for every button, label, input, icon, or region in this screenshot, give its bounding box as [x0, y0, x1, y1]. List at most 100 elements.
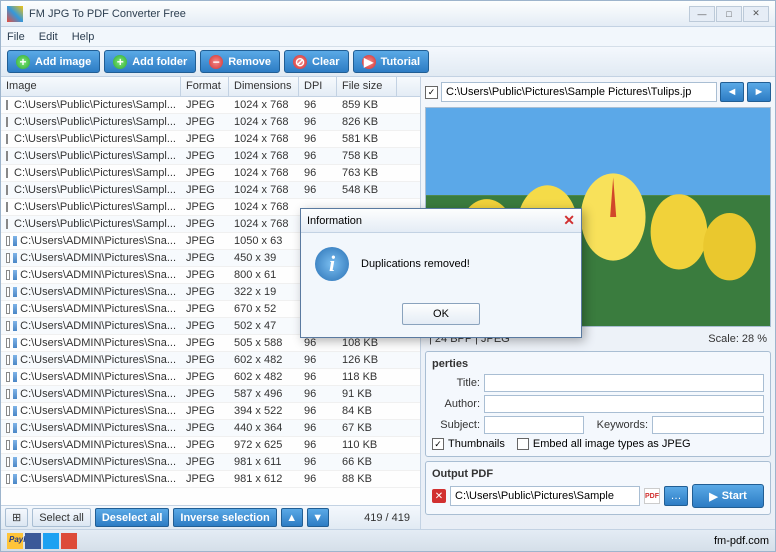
inverse-selection-button[interactable]: Inverse selection	[173, 508, 276, 527]
thumbnail-icon	[13, 253, 17, 263]
table-row[interactable]: C:\Users\ADMIN\Pictures\Sna...JPEG981 x …	[1, 471, 420, 488]
row-checkbox[interactable]	[6, 355, 10, 365]
table-row[interactable]: C:\Users\Public\Pictures\Sampl...JPEG102…	[1, 131, 420, 148]
row-checkbox[interactable]	[6, 287, 10, 297]
row-checkbox[interactable]	[6, 372, 10, 382]
start-button[interactable]: ▶Start	[692, 484, 764, 508]
dialog-message: Duplications removed!	[361, 258, 470, 270]
table-row[interactable]: C:\Users\Public\Pictures\Sampl...JPEG102…	[1, 148, 420, 165]
keywords-input[interactable]	[652, 416, 764, 434]
table-row[interactable]: C:\Users\Public\Pictures\Sampl...JPEG102…	[1, 114, 420, 131]
deselect-all-button[interactable]: Deselect all	[95, 508, 170, 527]
play-icon: ▶	[709, 490, 717, 503]
row-checkbox[interactable]	[6, 389, 10, 399]
author-input[interactable]	[484, 395, 764, 413]
tutorial-button[interactable]: ▶Tutorial	[353, 50, 430, 73]
dialog-close-button[interactable]: ✕	[563, 212, 575, 229]
header-dpi[interactable]: DPI	[299, 77, 337, 96]
googleplus-icon[interactable]	[61, 533, 77, 549]
site-link[interactable]: fm-pdf.com	[714, 535, 769, 547]
maximize-button[interactable]: □	[716, 6, 742, 22]
remove-button[interactable]: −Remove	[200, 50, 280, 73]
row-checkbox[interactable]	[6, 219, 8, 229]
table-row[interactable]: C:\Users\ADMIN\Pictures\Sna...JPEG981 x …	[1, 454, 420, 471]
row-checkbox[interactable]	[6, 134, 8, 144]
table-row[interactable]: C:\Users\ADMIN\Pictures\Sna...JPEG440 x …	[1, 420, 420, 437]
minus-icon: −	[209, 55, 223, 69]
output-clear-button[interactable]: ✕	[432, 489, 446, 503]
row-checkbox[interactable]	[6, 202, 8, 212]
output-path[interactable]: C:\Users\Public\Pictures\Sample	[450, 486, 640, 506]
subject-input[interactable]	[484, 416, 584, 434]
preview-checkbox[interactable]: ✓	[425, 86, 438, 99]
row-checkbox[interactable]	[6, 100, 8, 110]
select-all-button[interactable]: Select all	[32, 508, 91, 527]
row-checkbox[interactable]	[6, 253, 10, 263]
row-checkbox[interactable]	[6, 338, 10, 348]
output-browse-button[interactable]: …	[664, 486, 688, 506]
expand-button[interactable]: ⊞	[5, 508, 28, 527]
row-checkbox[interactable]	[6, 151, 8, 161]
subject-label: Subject:	[432, 419, 480, 431]
dialog-title: Information	[307, 215, 362, 227]
row-checkbox[interactable]	[6, 304, 10, 314]
add-image-button[interactable]: +Add image	[7, 50, 100, 73]
thumbnail-icon	[13, 236, 17, 246]
header-filesize[interactable]: File size	[337, 77, 397, 96]
menu-file[interactable]: File	[7, 31, 25, 43]
next-image-button[interactable]: ►	[747, 82, 771, 102]
pdf-icon[interactable]: PDF	[644, 488, 660, 504]
menu-edit[interactable]: Edit	[39, 31, 58, 43]
embed-jpeg-checkbox[interactable]	[517, 438, 529, 450]
row-checkbox[interactable]	[6, 423, 10, 433]
close-button[interactable]: ✕	[743, 6, 769, 22]
move-up-button[interactable]: ▲	[281, 508, 303, 527]
toolbar: +Add image +Add folder −Remove ⊘Clear ▶T…	[1, 47, 775, 77]
clear-icon: ⊘	[293, 55, 307, 69]
table-row[interactable]: C:\Users\ADMIN\Pictures\Sna...JPEG602 x …	[1, 352, 420, 369]
table-row[interactable]: C:\Users\Public\Pictures\Sampl...JPEG102…	[1, 97, 420, 114]
row-checkbox[interactable]	[6, 406, 10, 416]
thumbnail-icon	[13, 457, 17, 467]
minimize-button[interactable]: —	[689, 6, 715, 22]
thumbnail-icon	[13, 321, 17, 331]
dialog-ok-button[interactable]: OK	[402, 303, 480, 325]
row-checkbox[interactable]	[6, 440, 10, 450]
header-image[interactable]: Image	[1, 77, 181, 96]
thumbnails-checkbox[interactable]: ✓	[432, 438, 444, 450]
row-checkbox[interactable]	[6, 457, 10, 467]
preview-path[interactable]: C:\Users\Public\Pictures\Sample Pictures…	[441, 82, 717, 102]
table-row[interactable]: C:\Users\ADMIN\Pictures\Sna...JPEG587 x …	[1, 386, 420, 403]
row-checkbox[interactable]	[6, 474, 10, 484]
header-format[interactable]: Format	[181, 77, 229, 96]
row-checkbox[interactable]	[6, 117, 8, 127]
thumbnail-icon	[13, 389, 17, 399]
table-row[interactable]: C:\Users\ADMIN\Pictures\Sna...JPEG972 x …	[1, 437, 420, 454]
table-row[interactable]: C:\Users\Public\Pictures\Sampl...JPEG102…	[1, 182, 420, 199]
footer: PayPal fm-pdf.com	[1, 529, 775, 551]
menu-help[interactable]: Help	[72, 31, 95, 43]
selection-bar: ⊞ Select all Deselect all Inverse select…	[1, 505, 420, 529]
paypal-icon[interactable]: PayPal	[7, 533, 23, 549]
row-checkbox[interactable]	[6, 321, 10, 331]
row-checkbox[interactable]	[6, 168, 8, 178]
table-row[interactable]: C:\Users\ADMIN\Pictures\Sna...JPEG602 x …	[1, 369, 420, 386]
add-folder-button[interactable]: +Add folder	[104, 50, 196, 73]
table-row[interactable]: C:\Users\Public\Pictures\Sampl...JPEG102…	[1, 165, 420, 182]
table-row[interactable]: C:\Users\ADMIN\Pictures\Sna...JPEG394 x …	[1, 403, 420, 420]
title-input[interactable]	[484, 374, 764, 392]
plus-icon: +	[16, 55, 30, 69]
header-dimensions[interactable]: Dimensions	[229, 77, 299, 96]
thumbnail-icon	[13, 474, 17, 484]
prev-image-button[interactable]: ◄	[720, 82, 744, 102]
keywords-label: Keywords:	[588, 419, 648, 431]
row-checkbox[interactable]	[6, 236, 10, 246]
thumbnail-icon	[13, 423, 17, 433]
move-down-button[interactable]: ▼	[307, 508, 329, 527]
row-checkbox[interactable]	[6, 270, 10, 280]
twitter-icon[interactable]	[43, 533, 59, 549]
clear-button[interactable]: ⊘Clear	[284, 50, 349, 73]
titlebar: FM JPG To PDF Converter Free — □ ✕	[1, 1, 775, 27]
facebook-icon[interactable]	[25, 533, 41, 549]
row-checkbox[interactable]	[6, 185, 8, 195]
